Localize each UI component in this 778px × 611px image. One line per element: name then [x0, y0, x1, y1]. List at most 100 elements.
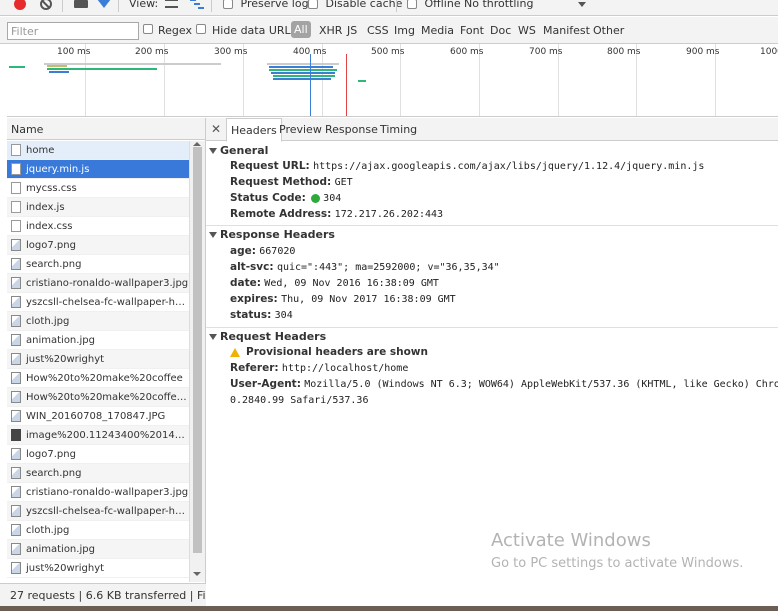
type-filter-manifest[interactable]: Manifest: [543, 24, 590, 37]
offline-checkbox[interactable]: Offline: [407, 0, 461, 10]
regex-label: Regex: [158, 24, 192, 37]
alt-svc-key: alt-svc:: [230, 261, 274, 273]
activate-windows-title: Activate Windows: [491, 530, 651, 551]
filter-input[interactable]: [7, 22, 139, 40]
record-icon[interactable]: [14, 0, 26, 10]
list-item[interactable]: cristiano-ronaldo-wallpaper3.jpg: [7, 274, 189, 293]
load-event-line: [346, 54, 347, 116]
list-item[interactable]: logo7.png: [7, 236, 189, 255]
throttling-select[interactable]: No throttling: [464, 0, 533, 10]
referer-value: http://localhost/home: [281, 363, 409, 374]
alt-svc-value: quic=":443"; ma=2592000; v="36,35,34": [276, 262, 500, 273]
list-item[interactable]: cloth.jpg: [7, 521, 189, 540]
list-item[interactable]: cristiano-ronaldo-wallpaper3.jpg: [7, 483, 189, 502]
image-file-icon: [11, 543, 21, 555]
list-item[interactable]: WIN_20160708_170847.JPG: [7, 407, 189, 426]
type-filter-other[interactable]: Other: [593, 24, 624, 37]
large-rows-icon[interactable]: [165, 0, 178, 8]
preserve-log-box[interactable]: [223, 0, 233, 9]
desktop-strip: [0, 606, 778, 611]
close-icon[interactable]: ✕: [211, 122, 221, 136]
request-bar: [358, 80, 366, 82]
type-filter-ws[interactable]: WS: [518, 24, 536, 37]
list-item[interactable]: index.css: [7, 217, 189, 236]
list-item[interactable]: index.js: [7, 198, 189, 217]
list-item[interactable]: just%20wrighyt: [7, 559, 189, 578]
regex-checkbox[interactable]: [143, 24, 153, 34]
timeline-tick: 100 ms: [57, 47, 91, 57]
offline-box[interactable]: [407, 0, 417, 9]
general-section-toggle[interactable]: General: [209, 144, 268, 157]
request-headers-section-toggle[interactable]: Request Headers: [209, 330, 326, 343]
request-list-scrollbar[interactable]: [189, 141, 205, 582]
image-file-icon: [11, 524, 21, 536]
disable-cache-checkbox[interactable]: Disable cache: [308, 0, 402, 10]
response-headers-title: Response Headers: [220, 228, 335, 241]
request-url-value: https://ajax.googleapis.com/ajax/libs/jq…: [313, 161, 705, 172]
request-bar: [271, 72, 335, 74]
image-file-icon: [11, 277, 21, 289]
scroll-up-icon[interactable]: [193, 142, 201, 146]
list-item[interactable]: animation.jpg: [7, 331, 189, 350]
referer-row: Referer: http://localhost/home: [230, 362, 408, 374]
list-item[interactable]: mycss.css: [7, 179, 189, 198]
tab-preview[interactable]: Preview: [279, 118, 322, 141]
type-filter-img[interactable]: Img: [394, 24, 415, 37]
list-item[interactable]: yszcsll-chelsea-fc-wallpaper-hd-20...: [7, 502, 189, 521]
scrollbar-thumb[interactable]: [193, 147, 202, 553]
list-item[interactable]: How%20to%20make%20coffee2: [7, 388, 189, 407]
waterfall-overview-icon[interactable]: [190, 0, 204, 9]
list-item[interactable]: jquery.min.js: [7, 160, 189, 179]
clear-icon[interactable]: [40, 0, 52, 10]
list-item[interactable]: animation.jpg: [7, 540, 189, 559]
tab-headers[interactable]: Headers: [226, 118, 282, 142]
preserve-log-checkbox[interactable]: Preserve log: [223, 0, 309, 10]
scroll-down-icon[interactable]: [193, 572, 201, 576]
hide-data-urls-checkbox[interactable]: [196, 24, 206, 34]
request-name: logo7.png: [26, 449, 76, 460]
file-icon: [11, 220, 21, 232]
request-list: home jquery.min.js mycss.css index.js in…: [7, 141, 189, 582]
file-icon: [11, 144, 21, 156]
list-item[interactable]: search.png: [7, 464, 189, 483]
response-headers-section-toggle[interactable]: Response Headers: [209, 228, 335, 241]
type-filter-css[interactable]: CSS: [367, 24, 389, 37]
general-title: General: [220, 144, 269, 157]
type-filter-doc[interactable]: Doc: [490, 24, 511, 37]
list-item[interactable]: cloth.jpg: [7, 312, 189, 331]
request-name: WIN_20160708_170847.JPG: [26, 411, 166, 422]
list-item[interactable]: image%200.11243400%201478532...: [7, 426, 189, 445]
filter-funnel-icon[interactable]: [97, 0, 111, 8]
network-toolbar: View: Preserve log Disable cache Offline…: [0, 0, 778, 16]
chevron-down-icon: [209, 148, 217, 154]
expires-value: Thu, 09 Nov 2017 16:38:09 GMT: [281, 294, 456, 305]
filter-bar: Regex Hide data URLs All XHR JS CSS Img …: [0, 17, 778, 44]
type-filter-xhr[interactable]: XHR: [319, 24, 342, 37]
request-bar: [267, 63, 339, 65]
list-item[interactable]: How%20to%20make%20coffee: [7, 369, 189, 388]
tab-timing[interactable]: Timing: [380, 118, 417, 141]
type-filter-font[interactable]: Font: [460, 24, 484, 37]
timeline-overview[interactable]: 100 ms 200 ms 300 ms 400 ms 500 ms 600 m…: [7, 44, 778, 117]
tab-response[interactable]: Response: [325, 118, 378, 141]
image-file-icon: [11, 315, 21, 327]
video-camera-icon[interactable]: [74, 0, 88, 8]
status-summary: 27 requests | 6.6 KB transferred | Fini.…: [10, 589, 206, 602]
date-value: Wed, 09 Nov 2016 16:38:09 GMT: [264, 278, 439, 289]
list-item[interactable]: just%20wrighyt: [7, 350, 189, 369]
timeline-tick: 900 ms: [686, 47, 720, 57]
type-filter-js[interactable]: JS: [347, 24, 357, 37]
disable-cache-box[interactable]: [308, 0, 318, 9]
list-item[interactable]: search.png: [7, 255, 189, 274]
type-filter-media[interactable]: Media: [421, 24, 454, 37]
list-item[interactable]: home: [7, 141, 189, 160]
file-icon: [11, 201, 21, 213]
list-item[interactable]: yszcsll-chelsea-fc-wallpaper-hd-20...: [7, 293, 189, 312]
age-value: 667020: [259, 246, 296, 257]
name-column-header[interactable]: Name: [7, 118, 205, 140]
list-item[interactable]: logo7.png: [7, 445, 189, 464]
expires-row: expires: Thu, 09 Nov 2017 16:38:09 GMT: [230, 293, 456, 305]
request-name: jquery.min.js: [26, 164, 90, 175]
type-filter-all[interactable]: All: [291, 21, 311, 38]
chevron-down-icon[interactable]: [578, 2, 586, 7]
